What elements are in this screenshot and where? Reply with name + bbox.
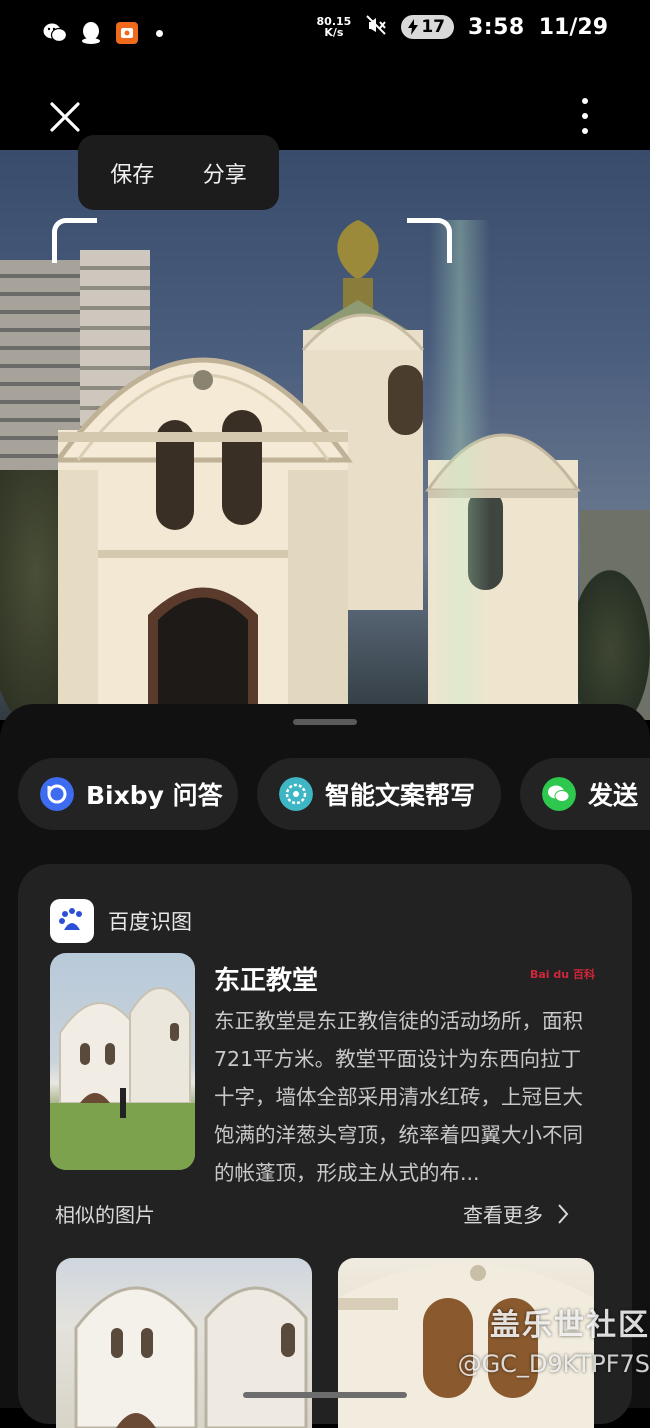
result-thumbnail[interactable]	[50, 953, 195, 1170]
wechat-icon	[42, 20, 68, 46]
chevron-right-icon	[558, 1203, 569, 1224]
church-thumbnail-image	[50, 987, 195, 1170]
ai-writing-chip[interactable]: 智能文案帮写	[257, 758, 501, 830]
bixby-icon	[40, 777, 74, 811]
app-icon	[114, 20, 140, 46]
share-button[interactable]: 分享	[203, 157, 247, 189]
church-similar-image-1	[74, 1286, 308, 1428]
net-speed: 80.15 K/s	[316, 15, 352, 39]
result-title: 东正教堂	[214, 966, 319, 996]
battery-charging-icon	[408, 19, 419, 35]
bixby-qa-chip[interactable]: Bixby 问答	[18, 758, 238, 830]
view-more-link[interactable]: 查看更多	[463, 1199, 569, 1228]
more-options-button[interactable]	[574, 98, 596, 134]
action-chips: Bixby 问答 智能文案帮写 发送	[18, 758, 650, 832]
sheet-handle[interactable]	[293, 719, 357, 725]
date: 11/29	[538, 14, 608, 40]
baidu-baike-badge: Bai du 百科	[530, 968, 595, 981]
save-share-popup: 保存 分享	[78, 135, 279, 210]
close-icon	[50, 102, 80, 132]
wechat-icon	[542, 777, 576, 811]
ai-writing-icon	[279, 777, 313, 811]
watermark: 盖乐世社区 @GC_D9KTPF7S	[457, 1308, 650, 1378]
battery-indicator: 17	[401, 15, 454, 39]
more-icon-dot	[582, 128, 588, 134]
baidu-logo-icon	[50, 899, 94, 943]
more-icon-dot	[582, 113, 588, 119]
notification-dot	[156, 29, 163, 37]
save-button[interactable]: 保存	[110, 157, 154, 189]
clock: 3:58	[468, 14, 525, 40]
selection-frame[interactable]	[52, 218, 452, 718]
qq-icon	[78, 20, 104, 46]
status-bar: 80.15 K/s 17 3:58 11/29	[0, 0, 650, 66]
gesture-bar[interactable]	[243, 1392, 407, 1398]
result-description: 东正教堂是东正教信徒的活动场所，面积721平方米。教堂平面设计为东西向拉丁十字，…	[214, 1009, 583, 1185]
mute-icon	[365, 14, 387, 40]
source-name: 百度识图	[108, 910, 192, 934]
more-icon-dot	[582, 98, 588, 104]
close-button[interactable]	[48, 100, 82, 134]
similar-image[interactable]	[56, 1258, 312, 1428]
similar-images-label: 相似的图片	[55, 1203, 155, 1227]
send-chip[interactable]: 发送	[520, 758, 650, 830]
captured-photo[interactable]	[0, 150, 650, 720]
